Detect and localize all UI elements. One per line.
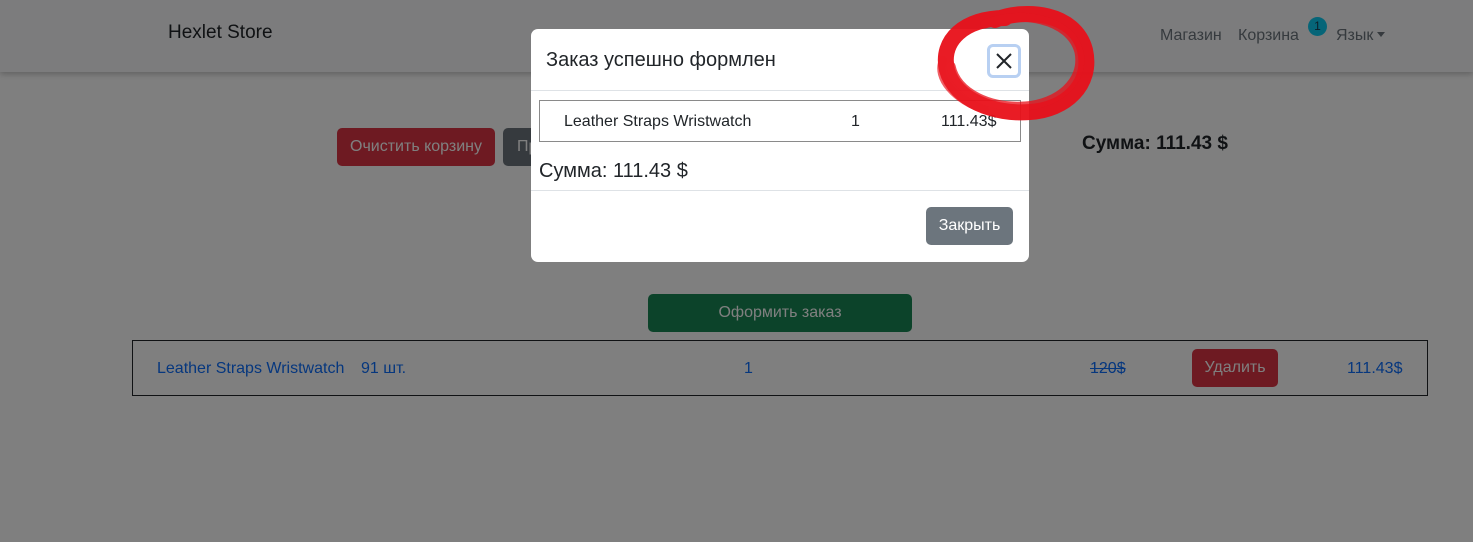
modal-item-price: 111.43$	[941, 113, 997, 130]
modal-title: Заказ успешно формлен	[546, 49, 776, 71]
close-icon	[996, 53, 1012, 69]
order-success-modal: Заказ успешно формлен Leather Straps Wri…	[531, 29, 1029, 262]
modal-total: Сумма: 111.43 $	[539, 160, 688, 182]
modal-header: Заказ успешно формлен	[531, 29, 1029, 91]
modal-order-row: Leather Straps Wristwatch 1 111.43$	[539, 100, 1021, 142]
modal-item-name: Leather Straps Wristwatch	[564, 113, 752, 130]
modal-item-quantity: 1	[851, 113, 860, 130]
modal-footer: Закрыть	[531, 190, 1029, 262]
modal-close-button[interactable]	[987, 44, 1021, 78]
modal-close-text-button[interactable]: Закрыть	[926, 207, 1013, 245]
page: Hexlet Store Магазин Корзина 1 Язык Очис…	[0, 0, 1473, 542]
